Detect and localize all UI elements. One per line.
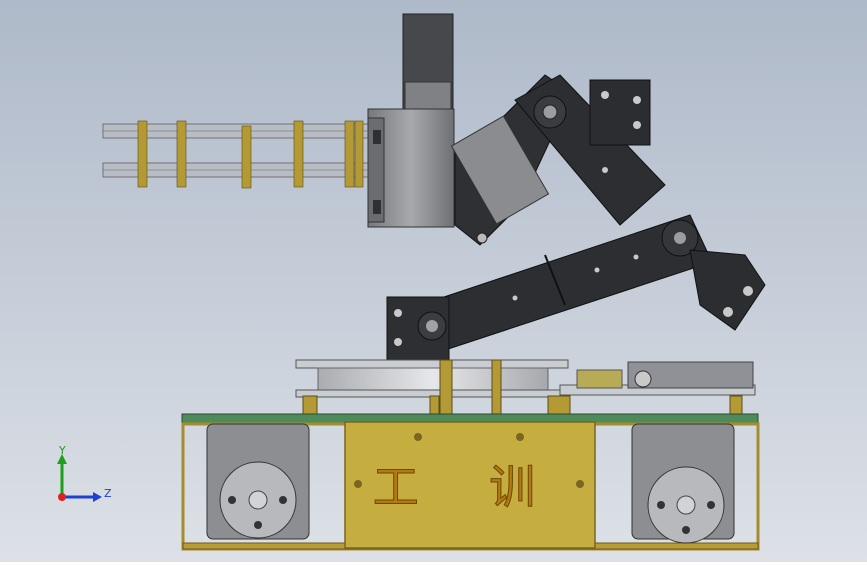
cad-viewport[interactable]: 工 训 Y Z	[0, 0, 867, 562]
shoulder-bracket[interactable]	[386, 296, 450, 362]
plate-text: 工 训	[373, 460, 564, 514]
left-drive-motor[interactable]	[206, 423, 310, 540]
axis-y-label: Y	[58, 444, 66, 457]
robot-arm-model[interactable]: 工 训 Y Z	[0, 0, 867, 562]
front-name-plate[interactable]: 工 训	[344, 421, 596, 549]
right-drive-motor[interactable]	[631, 423, 735, 544]
axis-z-label: Z	[104, 487, 112, 500]
